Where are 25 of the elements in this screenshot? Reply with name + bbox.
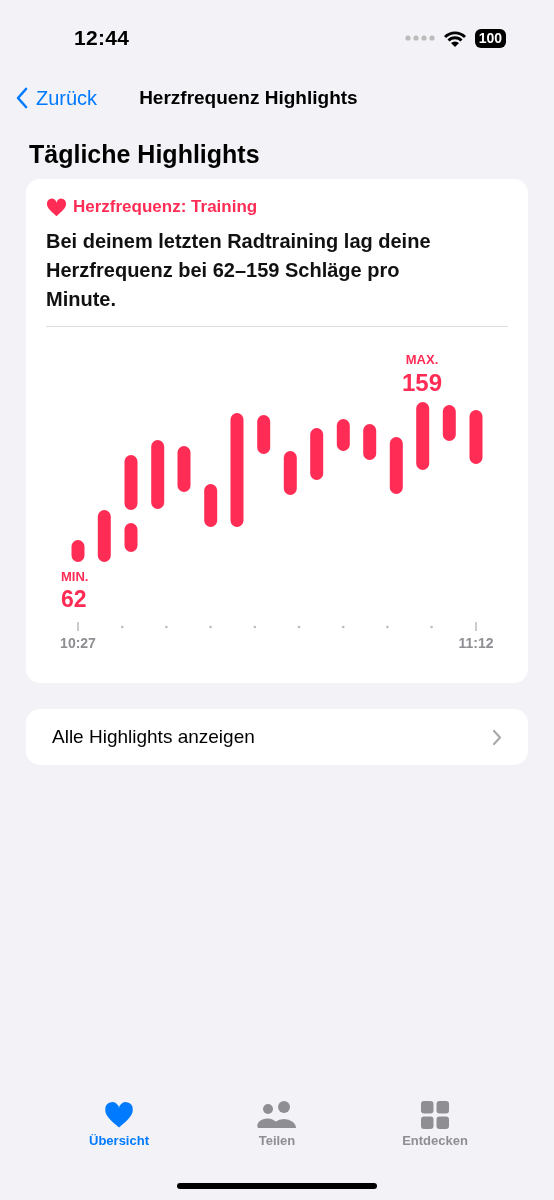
battery-level: 100: [474, 28, 506, 48]
max-value: 159: [402, 369, 442, 396]
back-button[interactable]: Zurück: [16, 86, 98, 110]
tab-item[interactable]: Teilen: [217, 1100, 337, 1149]
section-title: Tägliche Highlights: [29, 140, 261, 169]
max-label: MAX.: [405, 352, 439, 367]
signal-icon: [404, 35, 435, 41]
start-time: 10:27: [60, 635, 96, 651]
chevron-right-icon: [492, 728, 502, 746]
show-all-highlights-button[interactable]: Alle Highlights anzeigen: [26, 709, 528, 765]
highlight-category: Herzfrequenz: Training: [73, 197, 258, 217]
people-icon: [257, 1101, 297, 1129]
tab-item[interactable]: Übersicht: [59, 1100, 179, 1149]
tab-item[interactable]: Entdecken: [375, 1100, 495, 1149]
nav-title: Herzfrequenz Highlights: [139, 87, 358, 109]
chevron-left-icon: [16, 87, 28, 109]
heart-icon: [104, 1101, 134, 1129]
wifi-icon: [442, 29, 467, 47]
highlight-text: Bei deinem letzten Radtraining lag deine Herzfrequenz bei 62–159 Schläge pro Minute.: [46, 229, 432, 312]
min-label: MIN.: [61, 569, 89, 584]
heart-icon: [46, 197, 67, 217]
end-time: 11:12: [458, 635, 494, 651]
status-time: 12:44: [74, 26, 130, 50]
grid-icon: [421, 1101, 449, 1129]
min-value: 62: [61, 586, 87, 612]
